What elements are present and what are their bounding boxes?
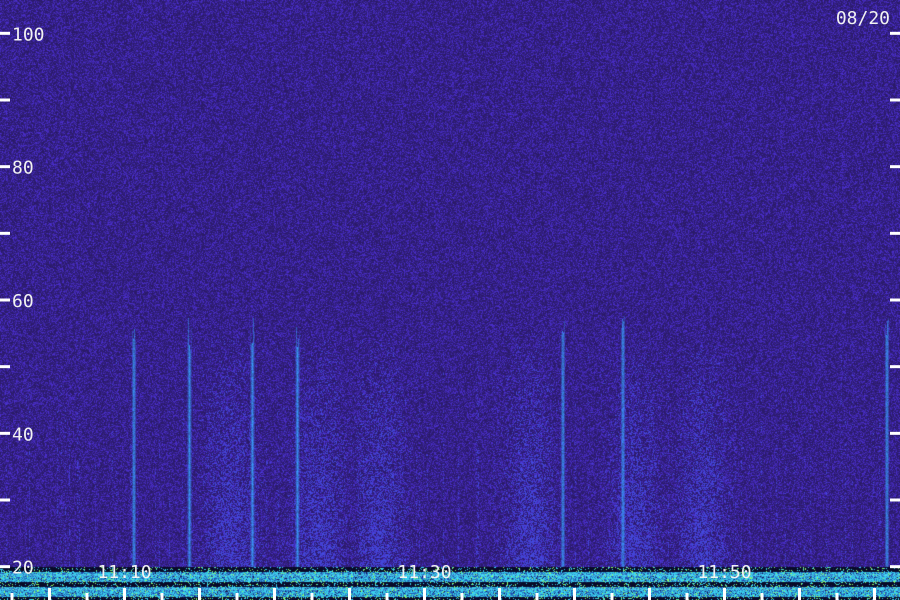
axes-overlay: 20 40 60 80 100 11:10 11:30 11:50 08/20 — [0, 8, 900, 600]
x-axis: 11:10 11:30 11:50 — [10, 562, 876, 600]
spectrogram-panel: 20 40 60 80 100 11:10 11:30 11:50 08/20 — [0, 0, 900, 600]
y-tick-label: 100 — [12, 24, 45, 45]
x-tick-label: 11:10 — [97, 562, 151, 583]
y-tick-label: 20 — [12, 558, 34, 579]
date-label: 08/20 — [836, 8, 890, 29]
x-tick-label: 11:30 — [397, 562, 451, 583]
y-axis: 20 40 60 80 100 — [0, 24, 900, 579]
x-tick-label: 11:50 — [697, 562, 751, 583]
y-tick-label: 80 — [12, 158, 34, 179]
y-tick-label: 40 — [12, 424, 34, 445]
y-tick-label: 60 — [12, 291, 34, 312]
